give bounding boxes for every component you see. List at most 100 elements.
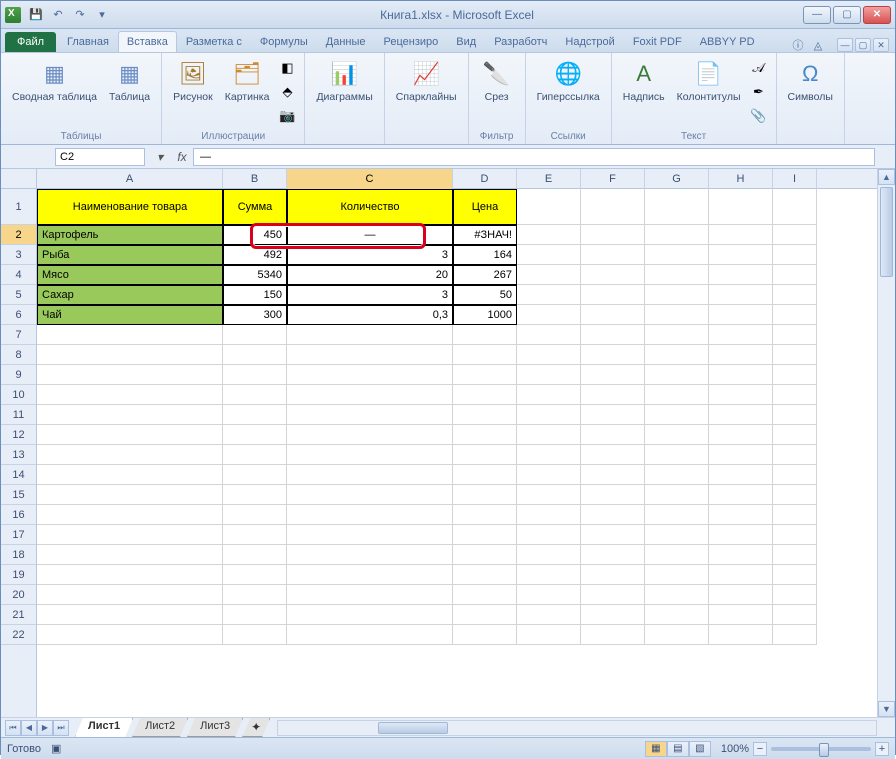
row-header-22[interactable]: 22 (1, 625, 36, 645)
cell-G18[interactable] (645, 545, 709, 565)
cell-C9[interactable] (287, 365, 453, 385)
header-footer-button[interactable]: 📄Колонтитулы (672, 55, 746, 107)
cell-B2[interactable]: 450 (223, 225, 287, 245)
column-header-C[interactable]: C (287, 169, 453, 189)
row-header-7[interactable]: 7 (1, 325, 36, 345)
cell-D5[interactable]: 50 (453, 285, 517, 305)
maximize-button[interactable]: ▢ (833, 6, 861, 24)
cell-I13[interactable] (773, 445, 817, 465)
cell-H6[interactable] (709, 305, 773, 325)
cell-B21[interactable] (223, 605, 287, 625)
cell-I8[interactable] (773, 345, 817, 365)
row-header-3[interactable]: 3 (1, 245, 36, 265)
cell-G11[interactable] (645, 405, 709, 425)
cell-D16[interactable] (453, 505, 517, 525)
cell-C19[interactable] (287, 565, 453, 585)
cell-A17[interactable] (37, 525, 223, 545)
cell-B16[interactable] (223, 505, 287, 525)
cell-E8[interactable] (517, 345, 581, 365)
cell-D11[interactable] (453, 405, 517, 425)
cell-F1[interactable] (581, 189, 645, 225)
sheet-nav-prev[interactable]: ◀ (21, 720, 37, 736)
cell-D17[interactable] (453, 525, 517, 545)
cell-A1[interactable]: Наименование товара (37, 189, 223, 225)
column-header-B[interactable]: B (223, 169, 287, 189)
cell-H13[interactable] (709, 445, 773, 465)
cell-H14[interactable] (709, 465, 773, 485)
cell-C5[interactable]: 3 (287, 285, 453, 305)
cell-A19[interactable] (37, 565, 223, 585)
insert-function-button[interactable]: fx (173, 148, 191, 166)
cell-B7[interactable] (223, 325, 287, 345)
cell-I6[interactable] (773, 305, 817, 325)
help-icon[interactable]: ⓘ (791, 38, 805, 52)
cell-A8[interactable] (37, 345, 223, 365)
cell-G3[interactable] (645, 245, 709, 265)
cell-G20[interactable] (645, 585, 709, 605)
pivot-table-button[interactable]: ▦Сводная таблица (7, 55, 102, 107)
cell-F13[interactable] (581, 445, 645, 465)
cell-G13[interactable] (645, 445, 709, 465)
normal-view-button[interactable]: ▦ (645, 741, 667, 757)
save-button[interactable]: 💾 (27, 6, 45, 24)
ribbon-tab-6[interactable]: Вид (447, 31, 485, 52)
cell-H11[interactable] (709, 405, 773, 425)
cell-B20[interactable] (223, 585, 287, 605)
ribbon-tab-7[interactable]: Разработч (485, 31, 556, 52)
page-break-view-button[interactable]: ▧ (689, 741, 711, 757)
cell-F16[interactable] (581, 505, 645, 525)
cell-D8[interactable] (453, 345, 517, 365)
cell-F14[interactable] (581, 465, 645, 485)
slicer-button[interactable]: 🔪Срез (475, 55, 519, 107)
cell-I9[interactable] (773, 365, 817, 385)
column-header-A[interactable]: A (37, 169, 223, 189)
cell-F7[interactable] (581, 325, 645, 345)
zoom-in-button[interactable]: + (875, 742, 889, 756)
cell-E3[interactable] (517, 245, 581, 265)
row-header-9[interactable]: 9 (1, 365, 36, 385)
zoom-out-button[interactable]: − (753, 742, 767, 756)
cell-C15[interactable] (287, 485, 453, 505)
scroll-up-icon[interactable]: ▲ (878, 169, 895, 185)
page-layout-view-button[interactable]: ▤ (667, 741, 689, 757)
cell-I1[interactable] (773, 189, 817, 225)
cell-G10[interactable] (645, 385, 709, 405)
row-header-6[interactable]: 6 (1, 305, 36, 325)
cell-E20[interactable] (517, 585, 581, 605)
cell-B14[interactable] (223, 465, 287, 485)
cell-F4[interactable] (581, 265, 645, 285)
cell-C21[interactable] (287, 605, 453, 625)
cell-H9[interactable] (709, 365, 773, 385)
cell-H12[interactable] (709, 425, 773, 445)
cell-G12[interactable] (645, 425, 709, 445)
cell-G4[interactable] (645, 265, 709, 285)
mdi-restore-button[interactable]: ▢ (855, 38, 871, 52)
cell-G9[interactable] (645, 365, 709, 385)
cell-F17[interactable] (581, 525, 645, 545)
cell-A7[interactable] (37, 325, 223, 345)
cell-E13[interactable] (517, 445, 581, 465)
cell-G5[interactable] (645, 285, 709, 305)
table-button[interactable]: ▦Таблица (104, 55, 155, 107)
cell-F2[interactable] (581, 225, 645, 245)
cell-I4[interactable] (773, 265, 817, 285)
row-header-8[interactable]: 8 (1, 345, 36, 365)
cell-E16[interactable] (517, 505, 581, 525)
cell-D9[interactable] (453, 365, 517, 385)
cell-E15[interactable] (517, 485, 581, 505)
cell-B4[interactable]: 5340 (223, 265, 287, 285)
cell-B5[interactable]: 150 (223, 285, 287, 305)
cell-I15[interactable] (773, 485, 817, 505)
cell-F18[interactable] (581, 545, 645, 565)
cell-D19[interactable] (453, 565, 517, 585)
cell-I3[interactable] (773, 245, 817, 265)
picture-button[interactable]: 🖼Рисунок (168, 55, 218, 107)
cell-C7[interactable] (287, 325, 453, 345)
row-header-4[interactable]: 4 (1, 265, 36, 285)
cell-A10[interactable] (37, 385, 223, 405)
sheet-nav-first[interactable]: ⏮ (5, 720, 21, 736)
cell-H22[interactable] (709, 625, 773, 645)
cell-A15[interactable] (37, 485, 223, 505)
mdi-minimize-button[interactable]: — (837, 38, 853, 52)
cell-F21[interactable] (581, 605, 645, 625)
